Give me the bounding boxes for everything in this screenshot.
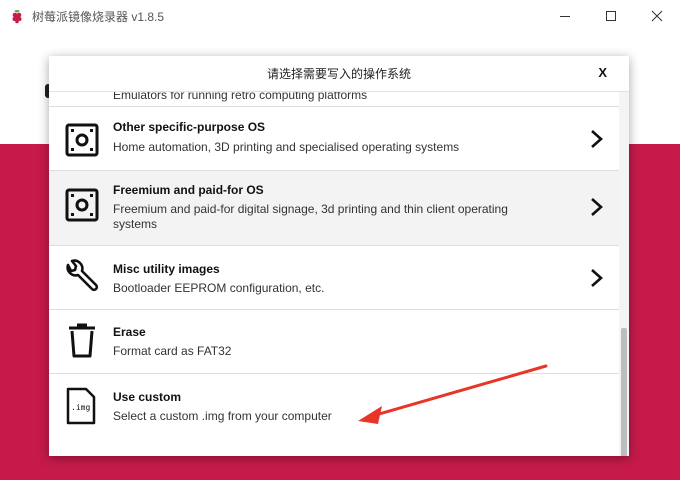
raspberry-icon [9,8,25,24]
chevron-right-icon [589,268,605,288]
dialog-title: 请选择需要写入的操作系统 [266,67,411,81]
chevron-right-icon [589,129,605,149]
gamepad-icon [64,92,100,98]
list-item-description: Bootloader EEPROM configuration, etc. [113,281,325,295]
scrollbar-thumb[interactable] [621,328,627,456]
list-item-title: Other specific-purpose OS [113,120,266,134]
list-item-erase[interactable]: Erase Format card as FAT32 [49,310,619,374]
close-window-button[interactable] [634,0,680,32]
list-item-description: Freemium and paid-for digital signage, 3… [113,202,508,231]
window-titlebar: 树莓派镜像烧录器 v1.8.5 [0,0,680,32]
img-file-icon: .img [66,387,96,427]
list-scrollbar[interactable] [619,92,629,456]
list-item-description: Select a custom .img from your computer [113,409,332,423]
sd-card-icon [64,122,100,158]
minimize-button[interactable] [542,0,588,32]
dialog-header: 请选择需要写入的操作系统 X [49,56,629,92]
list-item-misc-utility[interactable]: Misc utility images Bootloader EEPROM co… [49,246,619,310]
list-item-title: Freemium and paid-for OS [113,183,264,197]
trash-icon [64,323,100,359]
list-item-title: Erase [113,325,146,339]
dialog-close-button[interactable]: X [598,65,607,80]
list-item-title: Misc utility images [113,262,220,276]
os-selection-dialog: 请选择需要写入的操作系统 X Emulators for running ret… [49,56,629,456]
maximize-icon [606,11,616,21]
minimize-icon [560,16,570,17]
sd-card-icon [64,187,100,223]
img-file-icon-label: .img [71,403,91,412]
window-controls [542,0,680,32]
list-item-partial[interactable]: Emulators for running retro computing pl… [49,92,619,107]
close-icon [651,10,663,22]
os-list: Emulators for running retro computing pl… [49,92,619,456]
list-item-use-custom[interactable]: .img Use custom Select a custom .img fro… [49,374,619,456]
window-title: 树莓派镜像烧录器 v1.8.5 [32,9,165,24]
list-item-title: Use custom [113,390,182,404]
list-item-description: Format card as FAT32 [113,344,232,358]
list-item-description: Emulators for running retro computing pl… [113,92,368,102]
chevron-right-icon [589,197,605,217]
wrench-icon [64,259,100,295]
list-item-freemium-os[interactable]: Freemium and paid-for OS Freemium and pa… [49,171,619,246]
maximize-button[interactable] [588,0,634,32]
list-item-other-specific-os[interactable]: Other specific-purpose OS Home automatio… [49,107,619,171]
list-item-description: Home automation, 3D printing and special… [113,140,460,154]
